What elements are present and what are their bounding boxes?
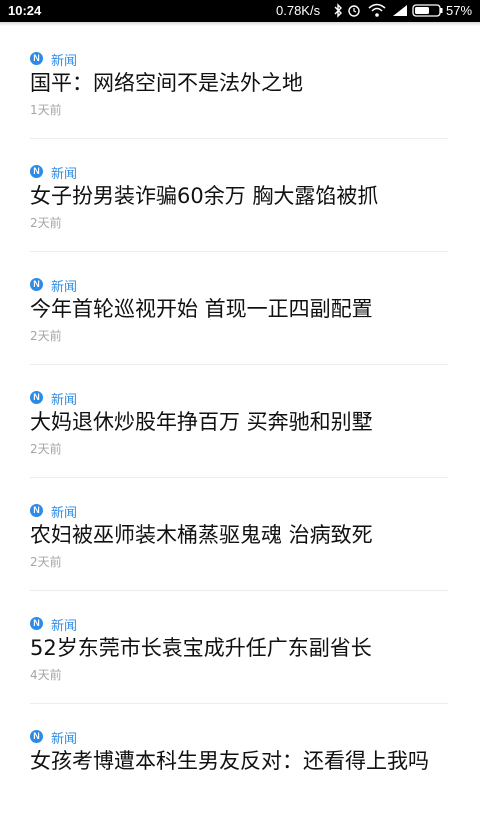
news-title[interactable]: 女孩考博遭本科生男友反对：还看得上我吗 [30,746,448,776]
battery-icon [412,3,444,21]
signal-icon [392,3,408,21]
news-item[interactable]: N 新闻 女孩考博遭本科生男友反对：还看得上我吗 [30,704,448,816]
news-source-icon: N [30,165,43,178]
bluetooth-icon [333,3,343,21]
status-bar: 10:24 0.78K/s 57% [0,0,480,22]
news-source-icon: N [30,617,43,630]
news-feed: N 新闻 国平：网络空间不是法外之地 1天前 N 新闻 女子扮男装诈骗60余万 … [0,26,480,816]
news-time: 4天前 [30,668,62,682]
news-source-label: 新闻 [51,393,78,408]
news-title[interactable]: 大妈退休炒股年挣百万 买奔驰和别墅 [30,407,448,437]
news-title[interactable]: 国平：网络空间不是法外之地 [30,68,448,98]
alarm-icon [347,3,361,21]
news-item[interactable]: N 新闻 52岁东莞市长袁宝成升任广东副省长 4天前 [30,591,448,704]
news-title[interactable]: 52岁东莞市长袁宝成升任广东副省长 [30,633,448,663]
battery-percent: 57% [446,3,473,18]
clock: 10:24 [8,3,42,18]
news-source-icon: N [30,52,43,65]
news-source-icon: N [30,391,43,404]
news-source-icon: N [30,730,43,743]
news-title[interactable]: 女子扮男装诈骗60余万 胸大露馅被抓 [30,181,448,211]
wifi-icon [368,3,386,21]
news-item[interactable]: N 新闻 女子扮男装诈骗60余万 胸大露馅被抓 2天前 [30,139,448,252]
news-item[interactable]: N 新闻 今年首轮巡视开始 首现一正四副配置 2天前 [30,252,448,365]
news-source-icon: N [30,504,43,517]
news-time: 2天前 [30,442,62,456]
news-time: 2天前 [30,216,62,230]
news-source-icon: N [30,278,43,291]
news-item[interactable]: N 新闻 大妈退休炒股年挣百万 买奔驰和别墅 2天前 [30,365,448,478]
news-time: 2天前 [30,329,62,343]
news-source-label: 新闻 [51,280,78,295]
news-title[interactable]: 农妇被巫师装木桶蒸驱鬼魂 治病致死 [30,520,448,550]
news-item[interactable]: N 新闻 农妇被巫师装木桶蒸驱鬼魂 治病致死 2天前 [30,478,448,591]
news-title[interactable]: 今年首轮巡视开始 首现一正四副配置 [30,294,448,324]
news-source-label: 新闻 [51,54,78,69]
news-time: 1天前 [30,103,62,117]
news-source-label: 新闻 [51,619,78,634]
network-speed: 0.78K/s [276,3,321,18]
news-source-label: 新闻 [51,732,78,747]
news-source-label: 新闻 [51,506,78,521]
news-source-label: 新闻 [51,167,78,182]
news-item[interactable]: N 新闻 国平：网络空间不是法外之地 1天前 [30,26,448,139]
news-time: 2天前 [30,555,62,569]
